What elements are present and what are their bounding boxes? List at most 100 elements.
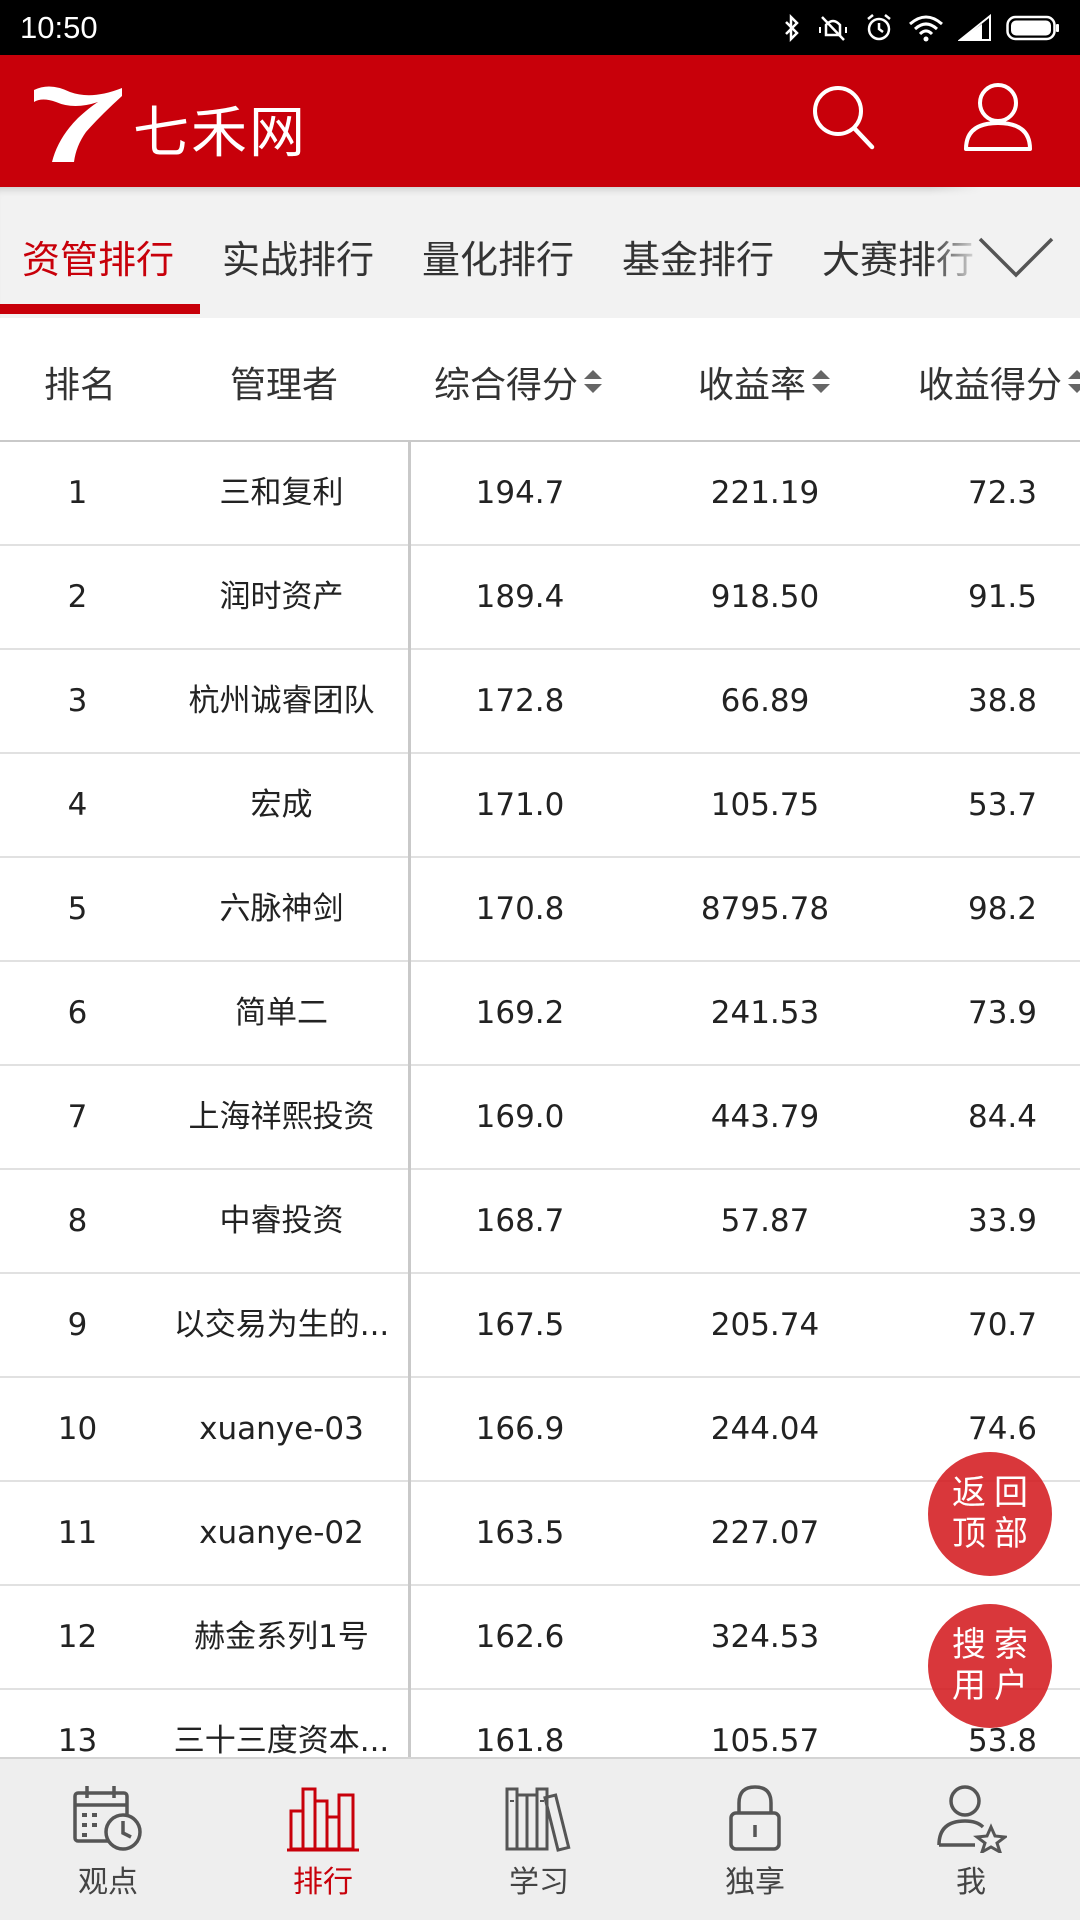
lock-icon [729, 1785, 781, 1851]
nav-label: 独享 [725, 1865, 785, 1900]
manager-cell: xuanye-03 [199, 1411, 364, 1447]
composite-score-cell: 168.7 [475, 1203, 565, 1239]
rank-cell: 2 [67, 579, 88, 615]
rank-cell: 11 [57, 1515, 98, 1551]
manager-cell: 上海祥熙投资 [188, 1099, 375, 1135]
return-rate-cell: 244.04 [710, 1411, 820, 1447]
user-profile-icon[interactable] [963, 81, 1033, 153]
return-rate-cell: 8795.78 [700, 891, 830, 927]
qihe-logo-icon [34, 86, 122, 162]
composite-score-cell: 169.0 [475, 1099, 565, 1135]
composite-score-cell: 170.8 [475, 891, 565, 927]
composite-score-cell: 169.2 [475, 995, 565, 1031]
table-row[interactable]: 10 xuanye-03 166.9 244.04 74.6 [0, 1378, 1080, 1482]
table-row[interactable]: 7 上海祥熙投资 169.0 443.79 84.4 [0, 1066, 1080, 1170]
manager-cell: 简单二 [235, 995, 328, 1031]
sort-icon[interactable] [1066, 367, 1080, 397]
nav-label: 排行 [293, 1865, 353, 1900]
search-icon[interactable] [810, 83, 876, 153]
composite-score-cell: 172.8 [475, 683, 565, 719]
return-score-cell: 98.2 [967, 891, 1038, 927]
back-to-top-button[interactable]: 返回 顶部 [928, 1452, 1052, 1576]
header-rank: 排名 [44, 365, 117, 406]
table-row[interactable]: 1 三和复利 194.7 221.19 72.3 [0, 442, 1080, 546]
nav-label: 观点 [78, 1865, 138, 1900]
manager-cell: 宏成 [250, 787, 313, 823]
return-score-cell: 91.5 [967, 579, 1038, 615]
composite-score-cell: 189.4 [475, 579, 565, 615]
rank-cell: 13 [57, 1723, 98, 1757]
nav-item-viewpoints[interactable]: 观点 [28, 1759, 188, 1920]
return-score-cell: 70.7 [967, 1307, 1038, 1343]
table-row[interactable]: 13 三十三度资本... 161.8 105.57 53.8 [0, 1690, 1080, 1757]
rank-cell: 12 [57, 1619, 98, 1655]
sort-icon[interactable] [810, 367, 832, 397]
rank-cell: 9 [67, 1307, 88, 1343]
return-score-cell: 38.8 [967, 683, 1038, 719]
rank-cell: 7 [67, 1099, 88, 1135]
return-rate-cell: 105.57 [710, 1723, 820, 1757]
return-score-cell: 53.7 [967, 787, 1038, 823]
header-return-rate[interactable]: 收益率 [698, 356, 832, 408]
wifi-icon [909, 15, 943, 41]
rank-cell: 6 [67, 995, 88, 1031]
header-manager: 管理者 [230, 365, 339, 406]
table-row[interactable]: 6 简单二 169.2 241.53 73.9 [0, 962, 1080, 1066]
return-rate-cell: 227.07 [710, 1515, 820, 1551]
header-composite-score[interactable]: 综合得分 [434, 356, 604, 408]
rank-cell: 10 [57, 1411, 98, 1447]
composite-score-cell: 162.6 [475, 1619, 565, 1655]
composite-score-cell: 166.9 [475, 1411, 565, 1447]
table-row[interactable]: 3 杭州诚睿团队 172.8 66.89 38.8 [0, 650, 1080, 754]
return-rate-cell: 324.53 [710, 1619, 820, 1655]
return-rate-cell: 241.53 [710, 995, 820, 1031]
tab-fund-ranking[interactable]: 基金排行 [622, 229, 774, 284]
sort-icon[interactable] [582, 367, 604, 397]
rank-cell: 1 [67, 475, 88, 511]
manager-cell: 杭州诚睿团队 [188, 683, 375, 719]
manager-cell: 三和复利 [219, 475, 344, 511]
table-row[interactable]: 2 润时资产 189.4 918.50 91.5 [0, 546, 1080, 650]
return-rate-cell: 918.50 [710, 579, 820, 615]
status-icons [782, 13, 1060, 43]
rank-cell: 3 [67, 683, 88, 719]
return-rate-cell: 57.87 [720, 1203, 810, 1239]
table-header: 排名 管理者 综合得分 收益率 收益得分 [0, 318, 1080, 442]
header-return-score[interactable]: 收益得分 [918, 356, 1080, 408]
tab-quant-ranking[interactable]: 量化排行 [422, 229, 574, 284]
frozen-column-divider [408, 442, 411, 1757]
nav-item-ranking[interactable]: 排行 [243, 1759, 403, 1920]
nav-item-learning[interactable]: 学习 [459, 1759, 619, 1920]
table-row[interactable]: 9 以交易为生的... 167.5 205.74 70.7 [0, 1274, 1080, 1378]
mute-vibrate-icon [819, 15, 847, 41]
nav-item-exclusive[interactable]: 独享 [675, 1759, 835, 1920]
composite-score-cell: 167.5 [475, 1307, 565, 1343]
tab-live-trading-ranking[interactable]: 实战排行 [222, 229, 374, 284]
nav-label: 学习 [509, 1865, 569, 1900]
return-rate-cell: 105.75 [710, 787, 820, 823]
ranking-table: 1 三和复利 194.7 221.19 72.3 2 润时资产 189.4 91… [0, 442, 1080, 1757]
table-row[interactable]: 12 赫金系列1号 162.6 324.53 [0, 1586, 1080, 1690]
search-user-button[interactable]: 搜索 用户 [928, 1604, 1052, 1728]
nav-label: 我 [956, 1865, 986, 1900]
app-title: 七禾网 [133, 101, 307, 166]
table-row[interactable]: 8 中睿投资 168.7 57.87 33.9 [0, 1170, 1080, 1274]
table-row[interactable]: 11 xuanye-02 163.5 227.07 [0, 1482, 1080, 1586]
return-rate-cell: 443.79 [710, 1099, 820, 1135]
composite-score-cell: 194.7 [475, 475, 565, 511]
table-row[interactable]: 5 六脉神剑 170.8 8795.78 98.2 [0, 858, 1080, 962]
manager-cell: 以交易为生的... [173, 1307, 390, 1343]
tab-asset-mgmt-ranking[interactable]: 资管排行 [22, 229, 174, 284]
composite-score-cell: 171.0 [475, 787, 565, 823]
calendar-clock-icon [73, 1786, 142, 1851]
return-score-cell: 84.4 [967, 1099, 1038, 1135]
rank-cell: 8 [67, 1203, 88, 1239]
return-rate-cell: 221.19 [710, 475, 820, 511]
chevron-down-icon[interactable] [976, 235, 1056, 281]
table-row[interactable]: 4 宏成 171.0 105.75 53.7 [0, 754, 1080, 858]
composite-score-cell: 161.8 [475, 1723, 565, 1757]
bottom-nav: 观点 排行 学习 独享 我 [0, 1757, 1080, 1920]
app-header: 七禾网 [0, 55, 1080, 187]
return-rate-cell: 205.74 [710, 1307, 820, 1343]
nav-item-me[interactable]: 我 [891, 1759, 1051, 1920]
